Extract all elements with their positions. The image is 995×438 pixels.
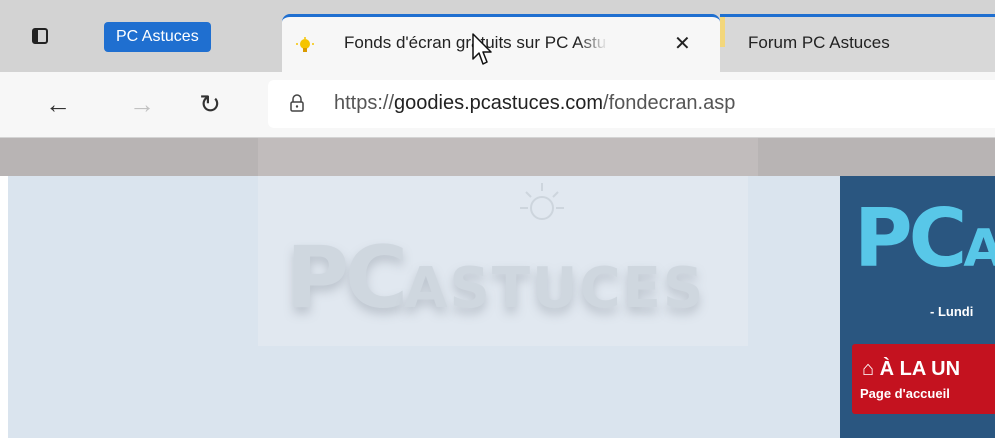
url-text[interactable]: https://goodies.pcastuces.com/fondecran.… — [334, 92, 735, 115]
address-bar[interactable]: https://goodies.pcastuces.com/fondecran.… — [268, 80, 995, 128]
watermark-pc: PC — [286, 228, 408, 328]
url-host: goodies.pcastuces.com — [394, 92, 604, 114]
tab-title: Forum PC Astuces — [748, 33, 890, 52]
close-tab-icon[interactable]: ✕ — [674, 31, 691, 57]
refresh-icon[interactable]: ↻ — [194, 88, 226, 120]
url-scheme: https:// — [334, 92, 395, 114]
tab-group-label[interactable]: PC Astuces — [104, 22, 211, 52]
lightbulb-favicon-icon — [296, 37, 314, 52]
tab-actions-icon[interactable] — [28, 24, 54, 50]
watermark-astuces: ASTUCES — [404, 256, 706, 321]
tab-active[interactable]: Fonds d'écran gratuits sur PC Astuces ✕ — [282, 14, 720, 72]
navigation-bar: ← → ↻ https://goodies.pcastuces.com/fond… — [0, 72, 995, 138]
home-icon: ⌂ — [862, 358, 875, 380]
site-watermark-logo: PCASTUCES — [258, 176, 748, 346]
page-top-banner — [0, 138, 995, 176]
news-label: À LA UN — [879, 358, 961, 380]
tab-forum[interactable]: Forum PC Astuces — [720, 14, 995, 72]
date-text: - Lundi — [930, 304, 974, 319]
back-arrow-icon[interactable]: ← — [42, 88, 74, 120]
home-news-button[interactable]: ⌂ À LA UN Page d'accueil — [852, 344, 995, 414]
url-path: /fondecran.asp — [603, 92, 736, 114]
forward-arrow-icon[interactable]: → — [126, 88, 158, 120]
mouse-cursor-icon — [472, 33, 492, 65]
sun-icon — [520, 183, 564, 220]
site-logo[interactable]: PCA — [854, 194, 995, 294]
home-label: Page d'accueil — [860, 386, 950, 401]
web-page: PCASTUCES PCA - Lundi ⌂ À LA UN Page d'a… — [0, 138, 995, 438]
site-header-panel: PCA - Lundi ⌂ À LA UN Page d'accueil — [840, 176, 995, 438]
tab-strip: PC Astuces Fonds d'écran gratuits sur PC… — [0, 0, 995, 72]
site-info-icon[interactable] — [290, 94, 304, 112]
